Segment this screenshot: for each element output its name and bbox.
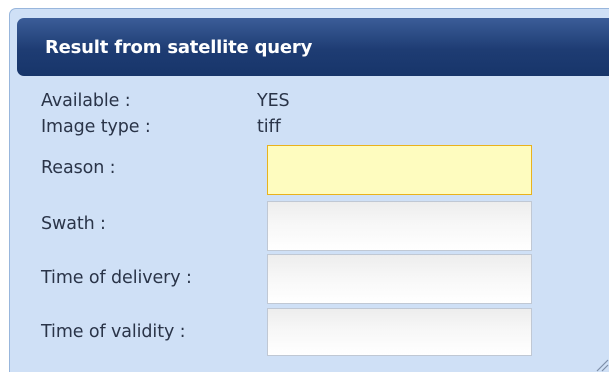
panel-title: Result from satellite query [45, 37, 313, 58]
available-value: YES [257, 91, 290, 111]
satellite-query-panel: Result from satellite query Available : … [9, 8, 609, 372]
resize-grip-icon[interactable] [595, 358, 609, 372]
time-of-validity-input[interactable] [267, 308, 532, 356]
image-type-value: tiff [257, 117, 281, 137]
time-of-delivery-label: Time of delivery : [41, 268, 192, 288]
swath-label: Swath : [41, 214, 106, 234]
panel-header: Result from satellite query [17, 18, 609, 76]
swath-input[interactable] [267, 201, 532, 251]
available-label: Available : [41, 91, 131, 111]
reason-input[interactable] [267, 145, 532, 195]
reason-label: Reason : [41, 158, 116, 178]
time-of-validity-label: Time of validity : [41, 322, 186, 342]
image-type-label: Image type : [41, 117, 151, 137]
time-of-delivery-input[interactable] [267, 254, 532, 304]
